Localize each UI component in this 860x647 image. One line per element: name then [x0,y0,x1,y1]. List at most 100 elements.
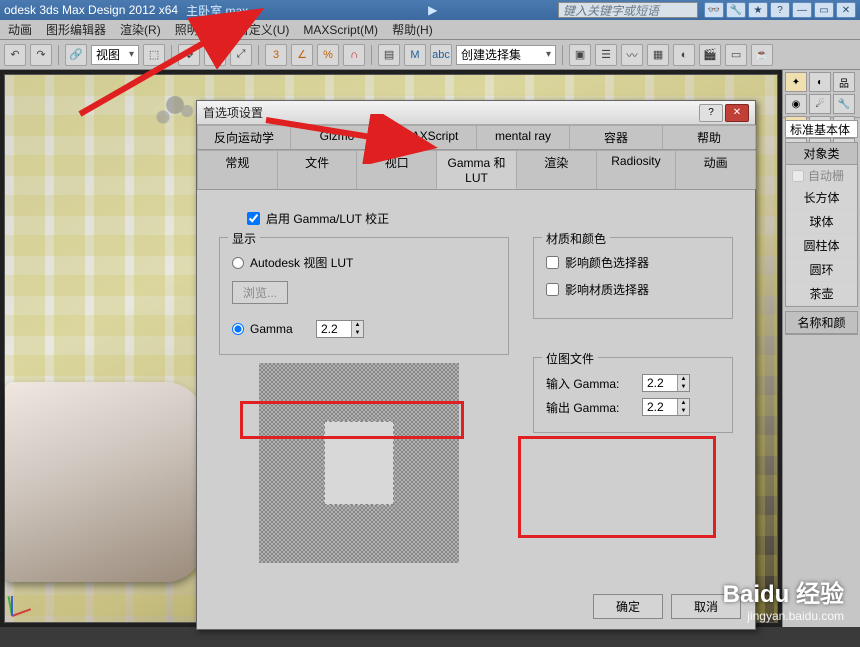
menu-lighting[interactable]: 照明分析 [175,21,223,38]
manage-selection-button[interactable]: ▤ [378,44,400,66]
menu-help[interactable]: 帮助(H) [392,21,433,38]
search-input[interactable]: 键入关键字或短语 [558,2,698,18]
enable-gamma-checkbox[interactable]: 启用 Gamma/LUT 校正 [247,210,733,227]
ok-button[interactable]: 确定 [593,594,663,619]
star-icon[interactable]: ★ [748,2,768,18]
angle-snap-button[interactable]: ∠ [291,44,313,66]
menu-render[interactable]: 渲染(R) [120,21,161,38]
primitive-type-dropdown[interactable]: 标准基本体 [785,120,858,138]
axis-triad [11,576,51,616]
minimize-button[interactable]: — [792,2,812,18]
status-bar [0,627,860,647]
tab-help[interactable]: 帮助 [662,125,756,149]
menu-anim[interactable]: 动画 [8,21,32,38]
prim-teapot[interactable]: 茶壶 [786,282,857,306]
dialog-close-button[interactable]: ✕ [725,104,749,122]
app-title: odesk 3ds Max Design 2012 x64 [4,3,178,17]
autogrid-check[interactable]: 自动栅 [786,165,857,186]
menu-graph[interactable]: 图形编辑器 [46,21,106,38]
undo-button[interactable]: ↶ [4,44,26,66]
tab-radiosity[interactable]: Radiosity [596,150,677,189]
tool-1[interactable]: ⬚ [143,44,165,66]
tab-gizmo[interactable]: Gizmo [290,125,384,149]
bitmap-group: 位图文件 输入 Gamma: 2.2▲▼ 输出 Gamma: 2.2▲▼ [533,357,733,433]
tool-icon[interactable]: 🔧 [726,2,746,18]
prim-cylinder[interactable]: 圆柱体 [786,234,857,258]
obj-type-header[interactable]: 对象类 [786,143,857,165]
schematic-button[interactable]: ▦ [647,44,669,66]
prim-sphere[interactable]: 球体 [786,210,857,234]
utilities-tab[interactable]: 🔧 [833,94,855,114]
render-frame-button[interactable]: ▭ [725,44,747,66]
gamma-spinner[interactable]: 2.2 ▲▼ [316,320,364,338]
input-gamma-spinner[interactable]: 2.2▲▼ [642,374,690,392]
tab-viewport[interactable]: 视口 [356,150,437,189]
motion-tab[interactable]: ◉ [785,94,807,114]
tab-render[interactable]: 渲染 [516,150,597,189]
align-button[interactable]: ▣ [569,44,591,66]
name-color-header[interactable]: 名称和颜 [786,312,857,334]
modify-tab[interactable]: ◐ [809,72,831,92]
tab-mentalray[interactable]: mental ray [476,125,570,149]
menu-customize[interactable]: 自定义(U) [237,21,290,38]
preferences-dialog: 首选项设置 ? ✕ 反向运动学 Gizmo MAXScript mental r… [196,100,756,630]
render-setup-button[interactable]: 🎬 [699,44,721,66]
rotate-button[interactable]: ⟳ [204,44,226,66]
output-gamma-label: 输出 Gamma: [546,399,636,416]
text-icon[interactable]: abc [430,44,452,66]
enable-gamma-label: 启用 Gamma/LUT 校正 [266,210,389,227]
tab-animation[interactable]: 动画 [675,150,756,189]
watermark: Baidu 经验 jingyan.baidu.com [723,574,844,623]
view-select[interactable]: 视图 [91,45,139,65]
material-legend: 材质和颜色 [542,230,610,247]
quick-render-button[interactable]: ☕ [751,44,773,66]
display-group: 显示 Autodesk 视图 LUT 浏览... Gamma 2.2 ▲▼ [219,237,509,355]
autodesk-lut-radio[interactable]: Autodesk 视图 LUT [232,254,496,271]
file-name: 主卧室.max [186,2,248,19]
dialog-help-button[interactable]: ? [699,104,723,122]
tab-ik[interactable]: 反向运动学 [197,125,291,149]
snap-button[interactable]: 3 [265,44,287,66]
affect-material-checkbox[interactable]: 影响材质选择器 [546,281,720,298]
percent-snap-button[interactable]: % [317,44,339,66]
tab-general[interactable]: 常规 [197,150,278,189]
curve-editor-button[interactable]: 〰 [621,44,643,66]
browse-button[interactable]: 浏览... [232,281,288,304]
main-toolbar: ↶ ↷ 🔗 视图 ⬚ ✥ ⟳ ⤢ 3 ∠ % ∩ ▤ M abc 创建选择集 ▣… [0,40,860,70]
help-icon[interactable]: ? [770,2,790,18]
input-gamma-label: 输入 Gamma: [546,375,636,392]
dialog-title: 首选项设置 [203,104,697,121]
title-arrow-icon: ▶ [428,3,437,17]
selection-set-dropdown[interactable]: 创建选择集 [456,45,556,65]
material-editor-button[interactable]: ◐ [673,44,695,66]
tab-gamma-lut[interactable]: Gamma 和 LUT [436,150,517,189]
move-button[interactable]: ✥ [178,44,200,66]
menu-bar: 动画 图形编辑器 渲染(R) 照明分析 自定义(U) MAXScript(M) … [0,20,860,40]
output-gamma-spinner[interactable]: 2.2▲▼ [642,398,690,416]
link-button[interactable]: 🔗 [65,44,87,66]
magnet-icon[interactable]: ∩ [343,44,365,66]
close-button[interactable]: ✕ [836,2,856,18]
prim-torus[interactable]: 圆环 [786,258,857,282]
affect-color-checkbox[interactable]: 影响颜色选择器 [546,254,720,271]
hierarchy-tab[interactable]: 品 [833,72,855,92]
display-tab[interactable]: ☄ [809,94,831,114]
prim-box[interactable]: 长方体 [786,186,857,210]
binoculars-icon[interactable]: 👓 [704,2,724,18]
redo-button[interactable]: ↷ [30,44,52,66]
scale-button[interactable]: ⤢ [230,44,252,66]
material-group: 材质和颜色 影响颜色选择器 影响材质选择器 [533,237,733,319]
scene-bed [5,382,205,582]
mirror-button[interactable]: M [404,44,426,66]
tab-files[interactable]: 文件 [277,150,358,189]
display-legend: 显示 [228,230,260,247]
menu-maxscript[interactable]: MAXScript(M) [303,23,378,37]
tab-container[interactable]: 容器 [569,125,663,149]
tab-maxscript[interactable]: MAXScript [383,125,477,149]
layers-button[interactable]: ☰ [595,44,617,66]
command-panel: ✦ ◐ 品 ◉ ☄ 🔧 ◯ ⬭ ☀ 📷 ✚ ✱ 标准基本体 对象类 自动栅 长方… [782,70,860,627]
maximize-button[interactable]: ▭ [814,2,834,18]
gamma-preview [259,363,459,563]
create-tab[interactable]: ✦ [785,72,807,92]
gamma-radio[interactable]: Gamma 2.2 ▲▼ [232,320,496,338]
